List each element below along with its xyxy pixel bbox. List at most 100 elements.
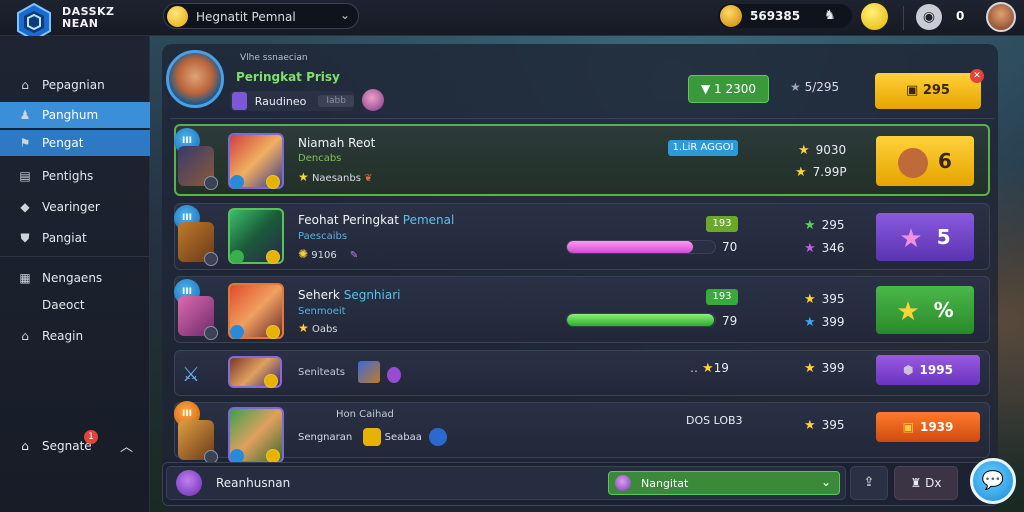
chevron-up-icon[interactable]: ︿ [120,436,133,455]
coin-icon [266,325,280,339]
sidebar-item-reagin[interactable]: ⌂ Reagin [0,323,150,349]
chat-button[interactable]: 💬 [970,458,1016,504]
star-icon: ★ [804,361,816,376]
star-icon: ★ [804,315,816,330]
cards-icon: ▤ [19,169,31,183]
gear-icon [204,176,218,190]
header-chip[interactable]: Raudineo Iabb [230,91,354,111]
coin-icon [363,428,382,446]
progress-bar [566,240,716,254]
row-stat: ★ 295 [804,218,845,233]
row-pill: 193 [706,216,738,232]
sidebar-item-pangiat[interactable]: ⛊ Pangiat [0,225,150,251]
coin-icon [167,6,188,27]
row-line: ★ Oabs [298,321,338,335]
row-name: Seniteats [298,367,345,378]
sidebar-item-label: Panghum [42,108,99,122]
progress-value: 70 [722,240,738,254]
gold-gem-icon [720,5,742,27]
sidebar-item-pengat[interactable]: ⚑ Pengat [0,130,150,156]
sidebar-item-pentighs[interactable]: ▤ Pentighs [0,163,150,189]
row-action-button[interactable]: ★% [876,286,974,334]
player-avatar[interactable] [166,50,224,108]
hero-art: ⚔ [178,358,218,388]
avatar[interactable] [986,2,1016,32]
bottom-button[interactable]: ♜ Dx [894,466,958,500]
sidebar-item-pepagnian[interactable]: ⌂ Pepagnian [0,72,150,98]
row-stat: ★ 9030 [798,143,847,158]
star-icon: ★ [298,321,309,335]
notification-badge: 1 [84,430,98,444]
hero-face-icon [898,147,929,178]
orb-icon [615,475,631,491]
gear-icon: ✺ [298,247,309,261]
coin-icon [266,175,280,189]
page-title: Peringkat Prisy [236,70,340,84]
chest-icon: ▣ [902,420,914,434]
row-stat: ★ 346 [804,241,845,256]
row-action-button[interactable]: ▣ 1939 [876,412,980,442]
hero-portrait[interactable] [228,208,284,264]
coin-icon [264,374,278,388]
hero-art [178,146,218,190]
row-title: Hon Caihad [336,409,394,420]
hero-portrait[interactable] [228,283,284,339]
bottom-input-text: Reanhusnan [216,476,291,490]
table-row[interactable] [174,203,990,270]
gold-coin-button[interactable] [861,3,888,30]
globe-icon[interactable]: ◉ [916,4,942,30]
row-sub: Senmoeit [298,306,346,317]
sidebar-item-vearinger[interactable]: ◆ Vearinger [0,194,150,220]
sidebar-item-panghum[interactable]: ♟ Panghum [0,102,150,128]
hero-portrait[interactable] [228,356,282,388]
level-badge [230,325,244,339]
table-row[interactable] [174,402,990,458]
hero-portrait[interactable] [228,133,284,189]
row-action-button[interactable]: 6 [876,136,974,186]
bottom-select[interactable]: Nangitat ⌄ [608,471,840,495]
table-row[interactable] [174,276,990,343]
share-icon: ⇪ [863,475,875,490]
hero-art [178,296,218,340]
close-icon[interactable]: ✕ [970,69,984,83]
home-icon: ⌂ [21,439,29,453]
coin-icon [266,449,280,463]
header-gold-button[interactable]: ▣ 295 [875,73,981,109]
chart-icon: ▦ [19,271,31,285]
header-green-button[interactable]: ▼ 1 2300 [688,75,769,103]
coin-icon [266,250,280,264]
level-badge [230,449,244,463]
table-row[interactable] [174,350,990,396]
row-action-button[interactable]: ⬢ 1995 [876,355,980,385]
item-icon [358,361,380,383]
compass-icon [429,428,448,446]
currency-value: 569385 [750,9,801,23]
progress-fill [567,314,714,326]
sidebar-item-label: Nengaens [42,271,103,285]
chevron-down-icon[interactable]: ⌄ [340,8,350,22]
header-subtitle: Vlhe ssnaecian [240,53,308,63]
star-icon: ★ [804,292,816,307]
star-icon: ★ [795,165,807,180]
sidebar-item-nengaens[interactable]: ▦ Nengaens [0,265,150,291]
row-action-button[interactable]: ★ 5 [876,213,974,261]
gear-icon [204,252,218,266]
chip-tag: Iabb [318,95,354,107]
sidebar-item-label: Pengat [42,136,84,150]
sidebar-item-label: Daeoct [42,298,85,312]
search-value: Hegnatit Pemnal [196,10,296,24]
star-icon: ★ [798,143,810,158]
star-icon: ★ [804,241,816,256]
header-divider [170,118,994,119]
chest-icon: ⬢ [903,363,914,377]
sidebar-item-daeoct[interactable]: Daeoct [0,292,150,318]
share-button[interactable]: ⇪ [850,466,888,500]
sidebar-divider [0,256,150,257]
row-name: Seherk Segnhiari [298,288,401,302]
row-stat: ★ 7.99P [795,165,847,180]
row-stat: DOS LOB3 [686,414,743,427]
table-row[interactable] [174,124,990,196]
hero-portrait[interactable] [228,407,284,463]
star-icon: ★ [790,80,801,94]
search-input[interactable]: Hegnatit Pemnal ⌄ [163,3,359,29]
